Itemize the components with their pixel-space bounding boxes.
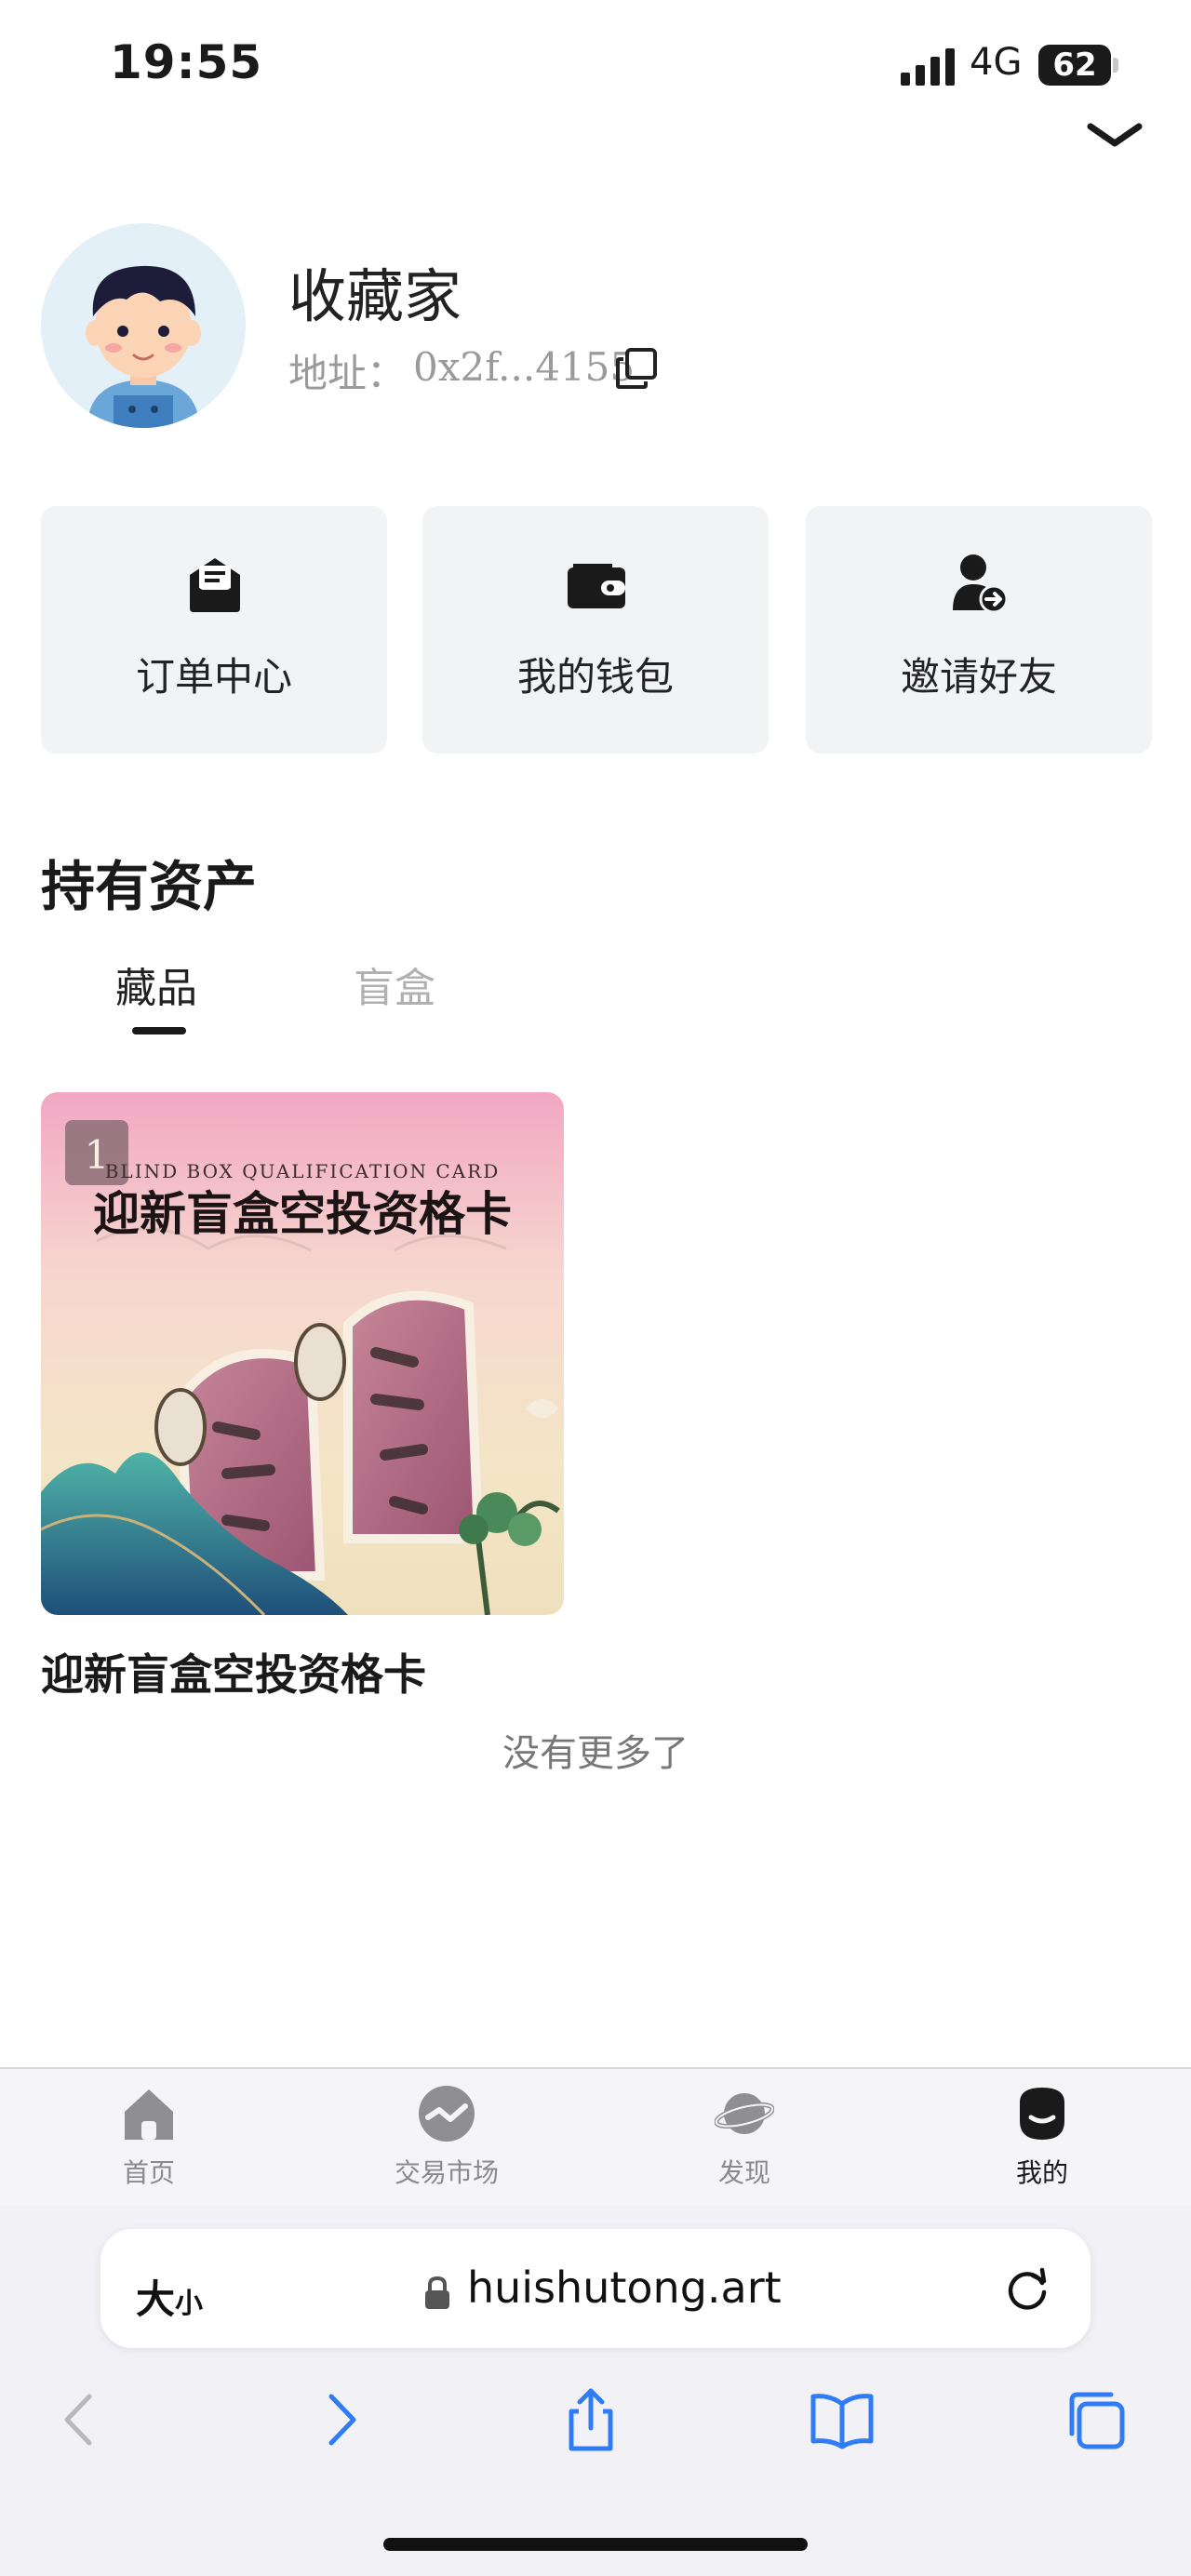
reload-icon[interactable] [1001, 2262, 1053, 2315]
profile-icon [1020, 2088, 1064, 2140]
lock-icon [425, 2276, 449, 2309]
chevron-down-icon[interactable] [1087, 121, 1143, 149]
username: 收藏家 [288, 262, 462, 330]
bottom-tab-bar: 首页 交易市场 发现 我的 [0, 2067, 1191, 2207]
order-center-card[interactable]: 订单中心 [41, 506, 387, 754]
nft-card-image[interactable]: 1 BLIND BOX QUALIFICATION CARD 迎新盲盒空投资格卡 [41, 1092, 564, 1615]
tab-discover[interactable]: 发现 [651, 2084, 837, 2190]
forward-icon[interactable] [307, 2387, 372, 2452]
tab-market-label: 交易市场 [394, 2157, 499, 2188]
end-of-list-text: 没有更多了 [502, 1732, 689, 1775]
back-icon[interactable] [48, 2387, 114, 2452]
cellular-signal-icon [901, 48, 955, 86]
wallet-icon [568, 564, 625, 608]
text-size-small-glyph: 小 [175, 2288, 204, 2320]
section-title: 持有资产 [41, 855, 258, 918]
avatar[interactable] [41, 223, 246, 428]
tab-mine[interactable]: 我的 [949, 2084, 1135, 2190]
tab-home[interactable]: 首页 [56, 2084, 242, 2190]
order-icon [190, 558, 240, 612]
battery-tip [1113, 58, 1118, 73]
nft-caption-en: BLIND BOX QUALIFICATION CARD [105, 1160, 501, 1182]
active-tab-indicator [132, 1027, 186, 1034]
invite-friends-card[interactable]: 邀请好友 [806, 506, 1152, 754]
url-text[interactable]: huishutong.art [467, 2262, 782, 2313]
nft-title[interactable]: 迎新盲盒空投资格卡 [41, 1641, 426, 1702]
tab-blind-box[interactable]: 盲盒 [354, 954, 435, 1014]
share-icon[interactable] [558, 2387, 623, 2452]
text-size-large-glyph: 大 [136, 2276, 176, 2322]
my-wallet-card[interactable]: 我的钱包 [422, 506, 769, 754]
my-wallet-label: 我的钱包 [516, 654, 674, 700]
tab-market[interactable]: 交易市场 [354, 2084, 540, 2190]
home-indicator [383, 2538, 808, 2551]
market-icon [419, 2086, 475, 2142]
tabs-icon[interactable] [1063, 2387, 1128, 2452]
tab-home-label: 首页 [122, 2157, 175, 2188]
tab-collectibles[interactable]: 藏品 [115, 954, 197, 1014]
wallet-address: 0x2f...4155 [413, 344, 636, 390]
copy-icon[interactable] [614, 346, 659, 391]
nft-artwork: 1 BLIND BOX QUALIFICATION CARD 迎新盲盒空投资格卡 [41, 1092, 564, 1615]
tab-discover-label: 发现 [717, 2157, 770, 2188]
address-label: 地址： [288, 351, 407, 396]
avatar-illustration [41, 223, 246, 428]
home-icon [125, 2089, 173, 2140]
invite-friends-label: 邀请好友 [900, 654, 1057, 700]
nft-caption-cn: 迎新盲盒空投资格卡 [93, 1186, 512, 1241]
planet-icon [715, 2093, 774, 2134]
tab-mine-label: 我的 [1015, 2157, 1068, 2188]
invite-friend-icon [953, 554, 1009, 614]
battery-level: 62 [1038, 45, 1111, 86]
bookmarks-icon[interactable] [810, 2387, 875, 2452]
status-time: 19:55 [110, 35, 263, 89]
text-size-button[interactable]: 大小 [136, 2268, 203, 2325]
network-type: 4G [970, 41, 1023, 84]
order-center-label: 订单中心 [135, 654, 292, 700]
